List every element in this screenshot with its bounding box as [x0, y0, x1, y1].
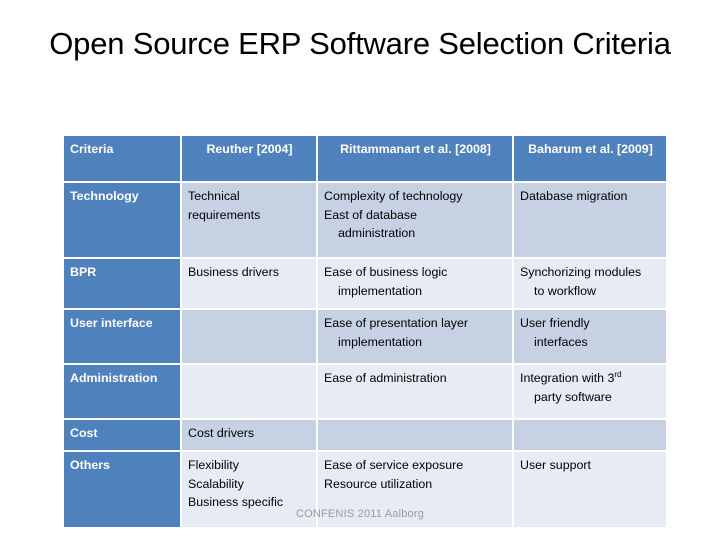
- cell-bpr-rittammanart: Ease of business logic implementation: [318, 259, 512, 308]
- cell-line: Scalability: [188, 476, 244, 491]
- row-header-technology: Technology: [64, 183, 180, 257]
- table-row: User interface Ease of presentation laye…: [64, 310, 666, 363]
- cell-line: Complexity of technology: [324, 189, 463, 203]
- cell-line: Database migration: [520, 189, 628, 203]
- cell-technology-baharum: Database migration: [514, 183, 666, 257]
- cell-line-superscript: Integration with 3rd: [520, 369, 622, 385]
- cell-line: Flexibility: [188, 458, 239, 472]
- cell-line: User support: [520, 458, 591, 472]
- cell-user-interface-reuther: [182, 310, 316, 363]
- criteria-table-container: Criteria Reuther [2004] Rittammanart et …: [64, 136, 666, 527]
- cell-technology-reuther: Technical requirements: [182, 183, 316, 257]
- cell-line: Business drivers: [188, 265, 279, 279]
- cell-line: Ease of presentation layer: [324, 316, 468, 330]
- row-header-cost: Cost: [64, 420, 180, 450]
- criteria-comparison-table: Criteria Reuther [2004] Rittammanart et …: [62, 134, 668, 529]
- cell-administration-baharum: Integration with 3rd party software: [514, 365, 666, 418]
- cell-cost-baharum: [514, 420, 666, 450]
- cell-line: User friendly: [520, 316, 590, 330]
- table-body: Technology Technical requirements Comple…: [64, 183, 666, 527]
- cell-user-interface-baharum: User friendly interfaces: [514, 310, 666, 363]
- cell-bpr-reuther: Business drivers: [182, 259, 316, 308]
- cell-line: requirements: [188, 207, 261, 222]
- cell-user-interface-rittammanart: Ease of presentation layer implementatio…: [318, 310, 512, 363]
- cell-line: Resource utilization: [324, 476, 433, 491]
- cell-line: Synchorizing modules: [520, 265, 642, 279]
- cell-line: administration: [338, 226, 416, 241]
- cell-line: Technical: [188, 189, 240, 203]
- column-header-reuther: Reuther [2004]: [182, 136, 316, 181]
- cell-administration-reuther: [182, 365, 316, 418]
- slide-footer: CONFENIS 2011 Aalborg: [295, 508, 425, 520]
- cell-line: East of database: [324, 207, 417, 222]
- row-header-administration: Administration: [64, 365, 180, 418]
- table-row: BPR Business drivers Ease of business lo…: [64, 259, 666, 308]
- table-row: Cost Cost drivers: [64, 420, 666, 450]
- cell-technology-rittammanart: Complexity of technology East of databas…: [318, 183, 512, 257]
- page-title: Open Source ERP Software Selection Crite…: [49, 26, 671, 61]
- cell-line: party software: [534, 389, 612, 404]
- cell-line: to workflow: [534, 283, 596, 298]
- cell-bpr-baharum: Synchorizing modules to workflow: [514, 259, 666, 308]
- cell-line: Cost drivers: [188, 426, 255, 440]
- column-header-criteria: Criteria: [64, 136, 180, 181]
- table-row: Technology Technical requirements Comple…: [64, 183, 666, 257]
- cell-line: Ease of business logic: [324, 265, 448, 279]
- cell-cost-reuther: Cost drivers: [182, 420, 316, 450]
- cell-line: implementation: [338, 334, 423, 349]
- row-header-user-interface: User interface: [64, 310, 180, 363]
- column-header-baharum: Baharum et al. [2009]: [514, 136, 666, 181]
- table-header-row: Criteria Reuther [2004] Rittammanart et …: [64, 136, 666, 181]
- column-header-rittammanart: Rittammanart et al. [2008]: [318, 136, 512, 181]
- cell-cost-rittammanart: [318, 420, 512, 450]
- cell-line: Ease of service exposure: [324, 458, 464, 472]
- row-header-bpr: BPR: [64, 259, 180, 308]
- cell-administration-rittammanart: Ease of administration: [318, 365, 512, 418]
- table-row: Administration Ease of administration In…: [64, 365, 666, 418]
- cell-line: implementation: [338, 283, 423, 298]
- cell-line: Ease of administration: [324, 371, 447, 385]
- table-header: Criteria Reuther [2004] Rittammanart et …: [64, 136, 666, 181]
- cell-line: interfaces: [534, 334, 588, 349]
